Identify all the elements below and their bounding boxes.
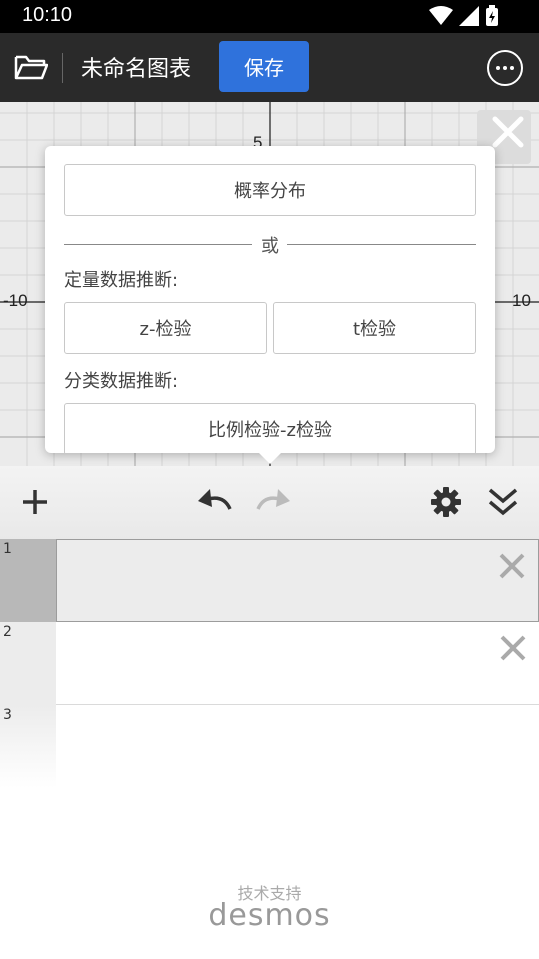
- or-divider: 或: [64, 232, 476, 257]
- more-options-icon[interactable]: [487, 50, 523, 86]
- row-number-cell: 1: [0, 539, 56, 622]
- expression-row[interactable]: 2: [0, 622, 539, 705]
- row-number-cell: 3: [0, 705, 56, 788]
- add-icon[interactable]: [21, 488, 49, 516]
- wifi-icon: [429, 6, 453, 25]
- expression-input[interactable]: [56, 705, 539, 788]
- folder-open-icon[interactable]: [14, 53, 48, 81]
- x-axis-label-max: 10: [512, 291, 531, 310]
- row-number: 1: [3, 541, 12, 557]
- statistics-menu-popup: 概率分布 或 定量数据推断: z-检验 t检验 分类数据推断: 比例检验-z检验: [45, 146, 495, 453]
- expression-input[interactable]: [56, 622, 539, 705]
- app-bar: 未命名图表 保存: [0, 33, 539, 102]
- desmos-logo: desmos: [208, 898, 331, 933]
- redo-icon[interactable]: [254, 487, 292, 515]
- delete-row-icon[interactable]: [498, 552, 526, 580]
- status-time: 10:10: [22, 4, 73, 26]
- quantitative-inference-heading: 定量数据推断:: [64, 270, 179, 291]
- row-number: 3: [3, 707, 12, 723]
- t-test-button[interactable]: t检验: [273, 302, 476, 354]
- status-icons: [429, 5, 499, 27]
- categorical-inference-heading: 分类数据推断:: [64, 371, 179, 392]
- graph-title[interactable]: 未命名图表: [81, 51, 191, 83]
- settings-gear-icon[interactable]: [431, 487, 461, 517]
- signal-icon: [459, 6, 479, 26]
- row-number-cell: 2: [0, 622, 56, 705]
- save-button[interactable]: 保存: [219, 41, 309, 92]
- undo-icon[interactable]: [196, 487, 234, 515]
- collapse-list-icon[interactable]: [486, 486, 520, 518]
- expression-row[interactable]: 1: [0, 539, 539, 622]
- z-test-button[interactable]: z-检验: [64, 302, 267, 354]
- battery-icon: [486, 5, 498, 26]
- or-line-right: [287, 244, 476, 245]
- expression-input[interactable]: [56, 539, 539, 622]
- status-bar: 10:10: [0, 0, 539, 33]
- or-line-left: [64, 244, 252, 245]
- app-bar-divider: [62, 53, 63, 83]
- or-label: 或: [261, 236, 279, 257]
- delete-row-icon[interactable]: [499, 634, 527, 662]
- row-number: 2: [3, 624, 12, 640]
- popup-arrow: [258, 452, 282, 464]
- proportion-z-test-button[interactable]: 比例检验-z检验: [64, 403, 476, 453]
- expression-toolbar: [0, 466, 539, 539]
- probability-distribution-button[interactable]: 概率分布: [64, 164, 476, 216]
- powered-by-footer: 技术支持 desmos: [0, 880, 539, 933]
- expression-row[interactable]: 3: [0, 705, 539, 788]
- x-axis-label-min: -10: [3, 291, 28, 310]
